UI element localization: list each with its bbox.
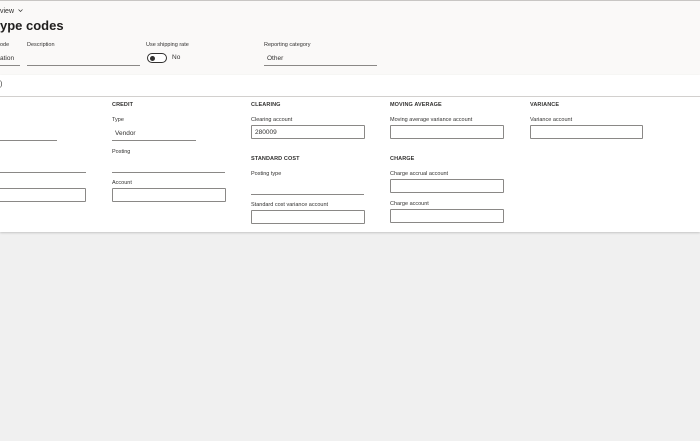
- standard-cost-variance-input[interactable]: [251, 210, 365, 224]
- page-title: ype codes: [0, 18, 64, 33]
- credit-posting-label: Posting: [112, 149, 131, 155]
- chevron-down-icon: [18, 9, 23, 12]
- credit-type-value: Vendor: [115, 130, 136, 137]
- description-field[interactable]: [27, 65, 140, 66]
- charge-account-input[interactable]: [390, 209, 504, 223]
- clearing-section-title: CLEARING: [251, 102, 281, 108]
- standard-cost-section-title: STANDARD COST: [251, 156, 300, 162]
- header-band: view ype codes ode ation Description Use…: [0, 0, 700, 75]
- use-shipping-rate-toggle[interactable]: [147, 53, 167, 63]
- moving-average-variance-input[interactable]: [390, 125, 504, 139]
- variance-account-label: Variance account: [530, 117, 573, 123]
- credit-posting-field[interactable]: [112, 172, 225, 173]
- toggle-knob: [150, 55, 155, 61]
- reporting-category-field[interactable]: [264, 65, 377, 66]
- clearing-account-label: Clearing account: [251, 117, 293, 123]
- credit-section-title: CREDIT: [112, 102, 134, 108]
- posting-type-label: Posting type: [251, 171, 282, 177]
- tab-indicator[interactable]: ): [0, 81, 2, 88]
- code-value: ation: [0, 55, 15, 62]
- posting-panel: ) CREDIT Type Vendor Posting Account CLE…: [0, 75, 700, 232]
- panel-tabstrip: ): [0, 75, 700, 97]
- code-label: ode: [0, 42, 10, 48]
- posting-type-field[interactable]: [251, 194, 364, 195]
- reporting-category-label: Reporting category: [264, 42, 311, 48]
- variance-section-title: VARIANCE: [530, 102, 560, 108]
- charge-accrual-input[interactable]: [390, 179, 504, 193]
- description-label: Description: [27, 42, 55, 48]
- moving-average-section-title: MOVING AVERAGE: [390, 102, 442, 108]
- left-field-2[interactable]: [0, 172, 86, 173]
- charge-account-label: Charge account: [390, 201, 429, 207]
- left-field-3[interactable]: [0, 188, 86, 202]
- clearing-account-input[interactable]: 280009: [251, 125, 365, 139]
- charge-accrual-label: Charge accrual account: [390, 171, 449, 177]
- use-shipping-rate-value: No: [172, 54, 181, 61]
- use-shipping-rate-label: Use shipping rate: [146, 42, 189, 48]
- left-field-1[interactable]: [0, 140, 57, 141]
- reporting-category-value: Other: [267, 55, 284, 62]
- charge-section-title: CHARGE: [390, 156, 415, 162]
- moving-average-variance-label: Moving average variance account: [390, 117, 473, 123]
- variance-account-input[interactable]: [530, 125, 643, 139]
- code-field[interactable]: [0, 65, 20, 66]
- credit-account-label: Account: [112, 180, 132, 186]
- view-label: view: [0, 8, 15, 15]
- view-menu[interactable]: view: [0, 8, 23, 15]
- standard-cost-variance-label: Standard cost variance account: [251, 202, 329, 208]
- credit-type-field[interactable]: [112, 140, 196, 141]
- credit-type-label: Type: [112, 117, 124, 123]
- credit-account-input[interactable]: [112, 188, 226, 202]
